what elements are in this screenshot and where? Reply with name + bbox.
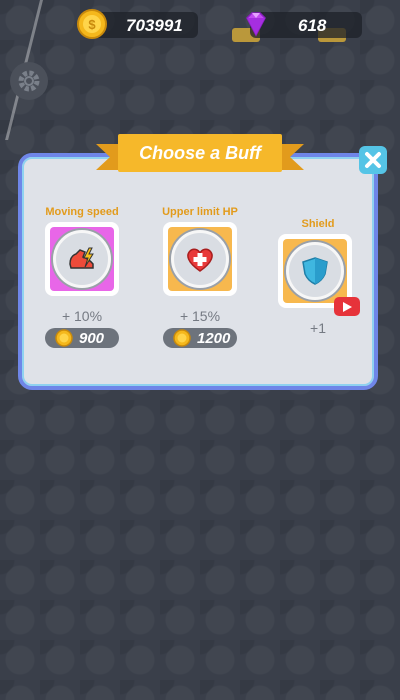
buff-bonus: + 15% [179, 308, 221, 324]
gold-coin-icon [173, 329, 191, 347]
buff-card[interactable] [163, 222, 237, 296]
gear-icon [18, 70, 40, 92]
close-icon [365, 152, 381, 168]
gold-coin-icon: $ [77, 9, 107, 39]
buy-button[interactable]: 900 [45, 328, 119, 348]
buff-name: Moving speed [45, 206, 119, 218]
watch-video-button[interactable] [334, 297, 360, 316]
video-play-icon [343, 301, 352, 312]
buff-name: Shield [301, 218, 335, 230]
price-amount: 1200 [197, 330, 231, 347]
buy-button[interactable]: 1200 [163, 328, 237, 348]
running-shoe-icon [69, 247, 94, 269]
settings-button[interactable] [10, 62, 48, 100]
heart-icon [187, 248, 213, 272]
popup-title-ribbon: Choose a Buff [96, 130, 304, 182]
gem-amount: 618 [298, 16, 327, 35]
close-button[interactable] [359, 146, 387, 174]
price-amount: 900 [79, 330, 105, 347]
buff-bonus: + 10% [61, 308, 103, 324]
gem-counter: 618 [246, 12, 362, 38]
coin-counter: $ 703991 [77, 9, 198, 39]
buff-bonus: +1 [310, 320, 326, 336]
buff-name: Upper limit HP [162, 206, 238, 218]
purple-diamond-icon [246, 12, 266, 37]
gold-coin-icon [55, 329, 73, 347]
popup-title: Choose a Buff [139, 142, 261, 163]
buff-card[interactable] [45, 222, 119, 296]
svg-text:$: $ [88, 17, 96, 32]
coin-amount: 703991 [126, 16, 183, 35]
shield-icon [302, 257, 328, 285]
